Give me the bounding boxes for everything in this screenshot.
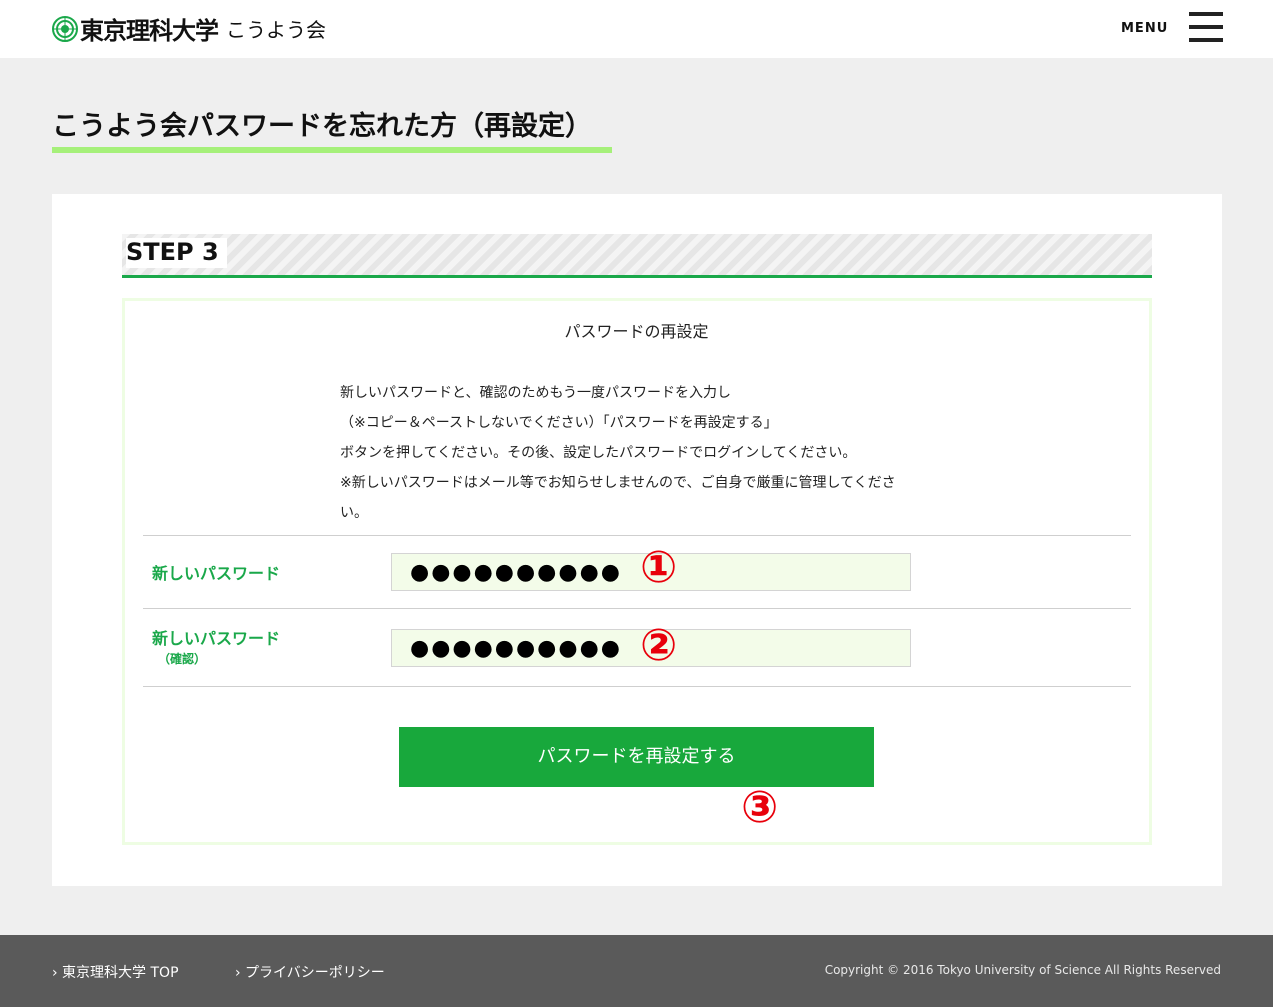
title-underline: [52, 147, 612, 153]
instruction-line: 新しいパスワードと、確認のためもう一度パスワードを入力し: [340, 385, 732, 401]
reset-password-button[interactable]: パスワードを再設定する: [399, 727, 874, 787]
marker-1: ①: [640, 542, 678, 593]
site-logo[interactable]: 東京理科大学 こうよう会: [52, 11, 326, 46]
form-heading: パスワードの再設定: [564, 322, 709, 341]
copyright-text: Copyright © 2016 Tokyo University of Sci…: [824, 963, 1221, 977]
row-divider: [143, 535, 1131, 536]
logo-university-name: 東京理科大学: [80, 17, 219, 45]
row-divider: [143, 608, 1131, 609]
menu-label[interactable]: MENU: [1121, 21, 1168, 36]
step-label: STEP 3: [126, 238, 227, 268]
marker-2: ②: [640, 620, 678, 671]
hamburger-menu-icon[interactable]: [1189, 12, 1223, 42]
step-header: STEP 3: [122, 234, 1152, 278]
instruction-line: （※コピー＆ペーストしないでください）「パスワードを再設定する」: [340, 415, 778, 431]
university-emblem-icon: [52, 15, 78, 42]
footer-link-privacy[interactable]: › プライバシーポリシー: [235, 962, 385, 982]
site-header: 東京理科大学 こうよう会 MENU: [0, 0, 1273, 58]
footer-link-top[interactable]: › 東京理科大学 TOP: [52, 962, 179, 982]
site-footer: › 東京理科大学 TOP › プライバシーポリシー Copyright © 20…: [0, 935, 1273, 1007]
new-password-label: 新しいパスワード: [152, 564, 281, 583]
confirm-password-label: 新しいパスワード: [152, 629, 281, 648]
page-title: こうよう会パスワードを忘れた方（再設定）: [52, 111, 592, 142]
confirm-password-sublabel: （確認）: [158, 652, 207, 666]
logo-subtitle: こうよう会: [226, 18, 326, 42]
instruction-line: い。: [340, 505, 368, 521]
instructions-text: 新しいパスワードと、確認のためもう一度パスワードを入力し （※コピー＆ペーストし…: [340, 378, 920, 528]
instruction-line: ボタンを押してください。その後、設定したパスワードでログインしてください。: [340, 445, 857, 461]
instruction-line: ※新しいパスワードはメール等でお知らせしませんので、ご自身で厳重に管理してくださ: [340, 475, 896, 491]
marker-3: ③: [741, 782, 779, 833]
row-divider: [143, 686, 1131, 687]
